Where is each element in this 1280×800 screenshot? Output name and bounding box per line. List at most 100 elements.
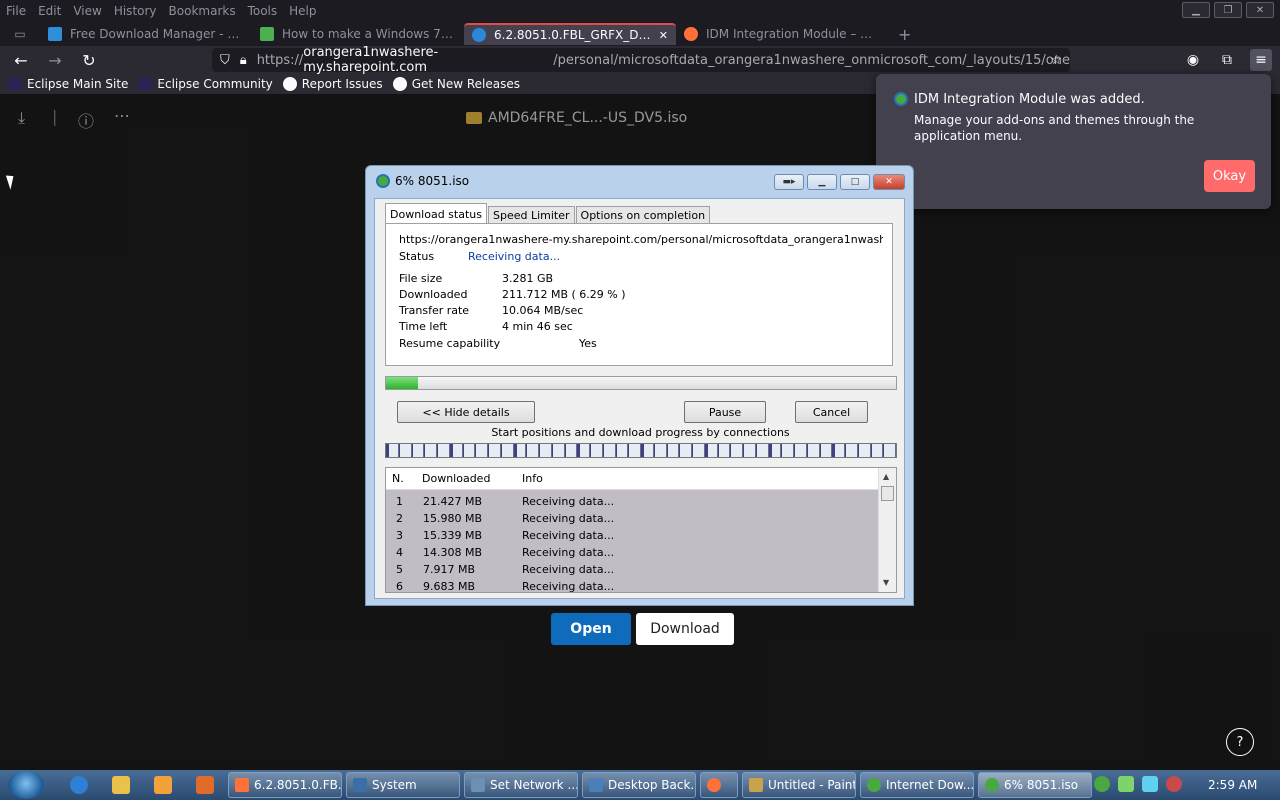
account-icon[interactable]: ◉	[1182, 49, 1204, 71]
taskbar-item-system[interactable]: System	[346, 772, 460, 798]
menu-bookmarks[interactable]: Bookmarks	[169, 4, 236, 18]
url-bar[interactable]: ⛉ 🔒︎ https:// orangera1nwashere-my.share…	[212, 45, 1070, 75]
lock-icon[interactable]: 🔒︎	[240, 53, 247, 68]
scroll-thumb[interactable]	[881, 486, 894, 501]
tab-list-icon[interactable]: ▭	[0, 27, 40, 41]
minimize-icon[interactable]: ▁	[1182, 2, 1210, 18]
restore-icon[interactable]: ❐	[1214, 2, 1242, 18]
tab-download-status[interactable]: Download status	[385, 203, 487, 224]
media-player-icon[interactable]	[154, 776, 172, 794]
new-tab-icon[interactable]: +	[898, 25, 911, 44]
connection-progress	[602, 444, 604, 457]
minimize-icon[interactable]: ▁	[807, 174, 837, 190]
taskbar-clock[interactable]: 2:59 AM	[1208, 778, 1257, 792]
forward-icon[interactable]: →	[38, 51, 72, 70]
okay-button[interactable]: Okay	[1204, 160, 1255, 192]
bookmark-get-new-releases[interactable]: Get New Releases	[392, 77, 520, 91]
reload-icon[interactable]: ↻	[72, 51, 106, 70]
row-number: 2	[396, 512, 403, 525]
tab-free-download-manager[interactable]: Free Download Manager - dow	[40, 23, 252, 45]
taskbar-item-firefox-2[interactable]	[700, 772, 738, 798]
tab-idm-integration[interactable]: IDM Integration Module – Get t	[676, 23, 888, 45]
back-icon[interactable]: ←	[4, 51, 38, 70]
connection-progress	[679, 444, 681, 457]
table-row[interactable]: 2 15.980 MB Receiving data...	[386, 510, 878, 527]
menu-file[interactable]: File	[6, 4, 26, 18]
taskbar-item-idm-download[interactable]: 6% 8051.iso	[978, 772, 1092, 798]
connection-segment	[730, 444, 743, 457]
url-domain: orangera1nwashere-my.sharepoint.com	[303, 45, 439, 75]
connection-progress	[437, 444, 438, 457]
row-downloaded: 15.339 MB	[423, 529, 483, 542]
bookmark-eclipse-main[interactable]: Eclipse Main Site	[8, 77, 128, 91]
taskbar-item-desktop-background[interactable]: Desktop Back...	[582, 772, 696, 798]
addon-added-notification: IDM Integration Module was added. Manage…	[876, 74, 1271, 209]
table-row[interactable]: 4 14.308 MB Receiving data...	[386, 544, 878, 561]
scroll-down-icon[interactable]: ▼	[883, 578, 889, 587]
tray-arrow-icon[interactable]: ▬▸	[774, 174, 804, 190]
help-icon[interactable]: ?	[1226, 728, 1254, 756]
taskbar-item-firefox[interactable]: 6.2.8051.0.FB...	[228, 772, 342, 798]
taskbar-item-set-network[interactable]: Set Network ...	[464, 772, 578, 798]
cancel-button[interactable]: Cancel	[795, 401, 868, 423]
col-downloaded[interactable]: Downloaded	[422, 472, 490, 485]
taskbar-item-label: Untitled - Paint	[768, 778, 856, 792]
tab-options-on-completion[interactable]: Options on completion	[575, 206, 711, 224]
tab-favicon-icon	[472, 28, 486, 42]
row-number: 3	[396, 529, 403, 542]
network-tray-icon[interactable]	[1118, 776, 1134, 792]
extensions-icon[interactable]: ⧉	[1216, 49, 1238, 71]
volume-tray-icon[interactable]	[1166, 776, 1182, 792]
taskbar-item-paint[interactable]: Untitled - Paint	[742, 772, 856, 798]
tab-windows-7[interactable]: How to make a Windows 7 to	[252, 23, 464, 45]
idm-tray-icon[interactable]	[1094, 776, 1110, 792]
shield-icon[interactable]: ⛉	[220, 53, 230, 68]
connection-progress	[870, 444, 872, 457]
download-button[interactable]: Download	[636, 613, 734, 645]
hamburger-menu-icon[interactable]: ≡	[1250, 49, 1272, 71]
github-icon	[282, 77, 297, 91]
pause-button[interactable]: Pause	[684, 401, 766, 423]
resume-capability-value: Yes	[579, 337, 597, 350]
menu-view[interactable]: View	[73, 4, 101, 18]
bookmark-eclipse-community[interactable]: Eclipse Community	[138, 77, 273, 91]
open-button[interactable]: Open	[551, 613, 631, 645]
connection-progress	[768, 444, 772, 457]
tab-sharepoint-active[interactable]: 6.2.8051.0.FBL_GRFX_DEV1.1107. ✕	[464, 23, 676, 45]
taskbar-item-internet-download-manager[interactable]: Internet Dow...	[860, 772, 974, 798]
table-row[interactable]: 5 7.917 MB Receiving data...	[386, 561, 878, 578]
close-icon[interactable]: ✕	[1246, 2, 1274, 18]
row-info: Receiving data...	[522, 546, 615, 559]
nav-right-icons: ◉ ⧉ ≡	[1182, 49, 1272, 71]
close-icon[interactable]: ✕	[873, 174, 905, 190]
col-info[interactable]: Info	[522, 472, 543, 485]
menu-tools[interactable]: Tools	[248, 4, 278, 18]
connection-segment	[526, 444, 539, 457]
menu-edit[interactable]: Edit	[38, 4, 61, 18]
file-explorer-icon[interactable]	[112, 776, 130, 794]
scroll-up-icon[interactable]: ▲	[883, 472, 889, 481]
col-number[interactable]: N.	[392, 472, 404, 485]
download-url: https://orangera1nwashere-my.sharepoint.…	[399, 233, 883, 246]
menu-history[interactable]: History	[114, 4, 157, 18]
bookmark-star-icon[interactable]: ☆	[1050, 53, 1062, 68]
firefox-icon	[235, 778, 249, 792]
row-number: 1	[396, 495, 403, 508]
menu-help[interactable]: Help	[289, 4, 316, 18]
table-row[interactable]: 1 21.427 MB Receiving data...	[386, 493, 878, 510]
table-row[interactable]: 3 15.339 MB Receiving data...	[386, 527, 878, 544]
monitor-tray-icon[interactable]	[1142, 776, 1158, 792]
start-button-icon[interactable]	[8, 771, 44, 799]
list-scrollbar[interactable]: ▲ ▼	[878, 468, 896, 592]
table-row[interactable]: 6 9.683 MB Receiving data...	[386, 578, 878, 592]
firefox-pinned-icon[interactable]	[196, 776, 214, 794]
hide-details-button[interactable]: << Hide details	[397, 401, 535, 423]
network-icon	[471, 778, 485, 792]
bookmark-report-issues[interactable]: Report Issues	[282, 77, 383, 91]
notification-title: IDM Integration Module was added.	[914, 92, 1145, 107]
connection-progress	[398, 444, 400, 457]
tab-speed-limiter[interactable]: Speed Limiter	[487, 206, 575, 224]
maximize-icon[interactable]: □	[840, 174, 870, 190]
tab-close-icon[interactable]: ✕	[659, 29, 668, 42]
internet-explorer-icon[interactable]	[70, 776, 88, 794]
